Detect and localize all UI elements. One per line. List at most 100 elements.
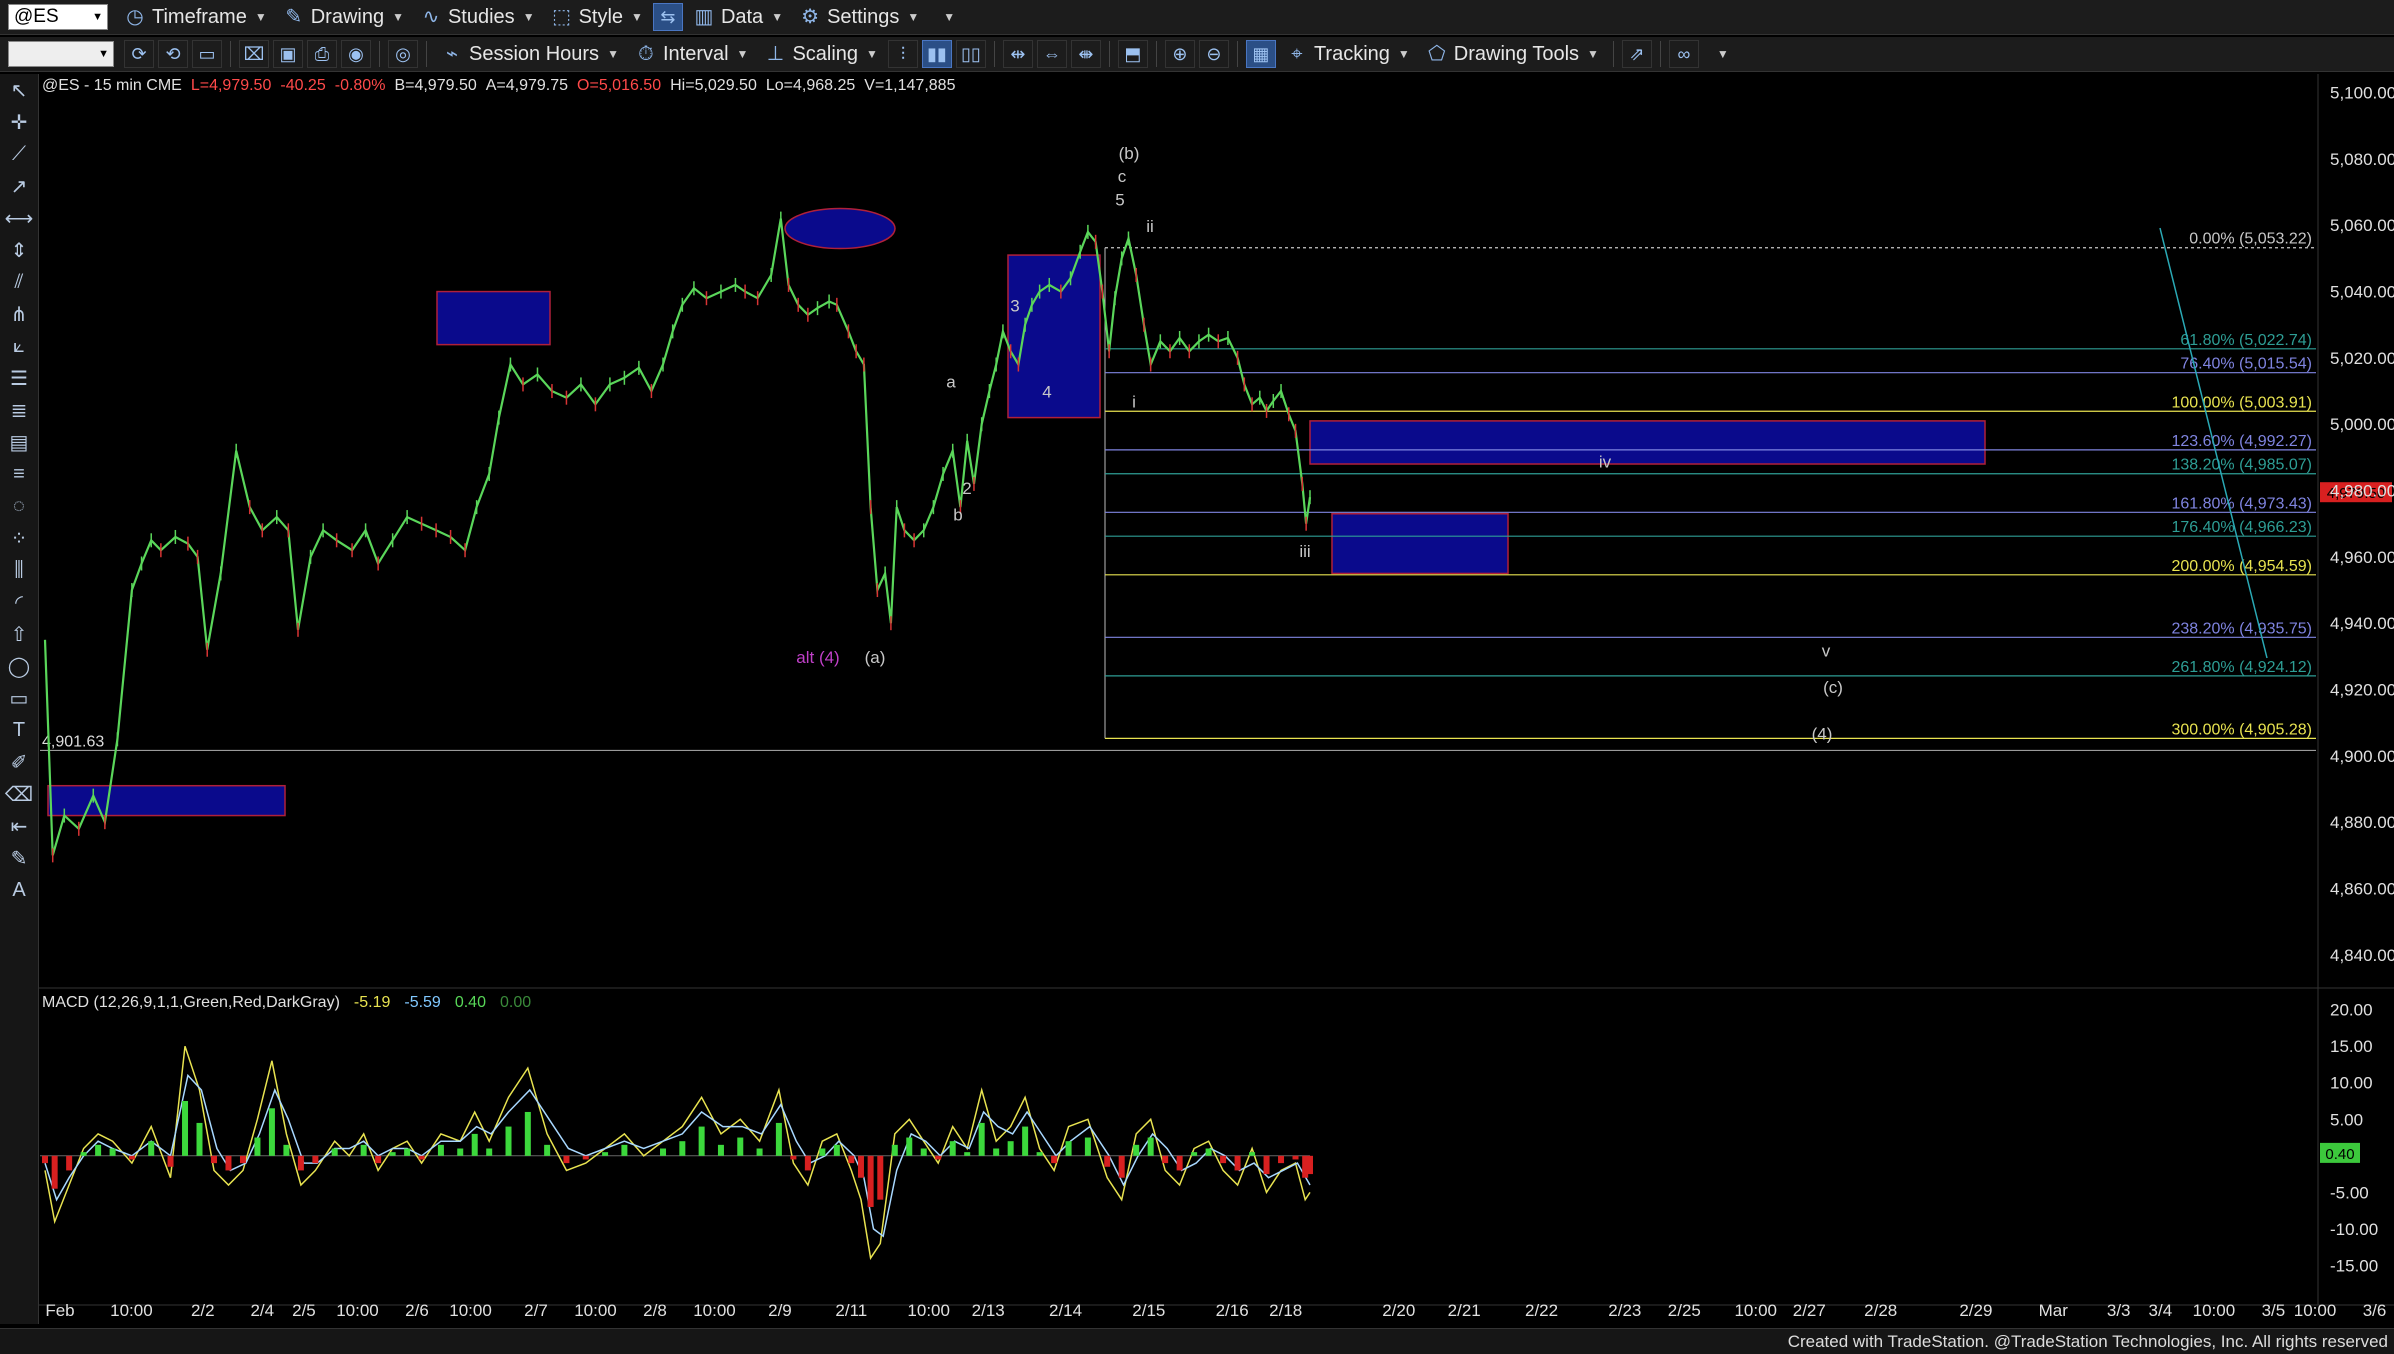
screenshot-icon[interactable]: ⌧ [239, 40, 269, 68]
drawing-tools-menu[interactable]: ⬠ Drawing Tools ▼ [1418, 39, 1607, 69]
macd-histogram-bar [239, 1155, 246, 1164]
hollow-candle-icon[interactable]: ▯▯ [955, 40, 986, 68]
symbol-input[interactable]: @ES ▼ [8, 4, 108, 30]
alert-icon[interactable]: A [0, 874, 38, 906]
time-axis-tick: 2/29 [1959, 1301, 1992, 1320]
export-icon[interactable]: ⇗ [1621, 40, 1652, 68]
fib-levels-icon[interactable]: ≡ [0, 458, 38, 490]
chevron-down-icon: ▼ [943, 10, 956, 24]
more-menu[interactable]: ▼ [1701, 39, 1737, 69]
wave-label: (b) [1119, 144, 1140, 163]
macd-current-label: 0.40 [2325, 1146, 2354, 1163]
target-icon[interactable]: ◎ [388, 40, 418, 68]
price-axis-tick: 4,880.00 [2330, 813, 2394, 832]
drawing-menu[interactable]: ✎ Drawing ▼ [275, 2, 412, 32]
macd-axis-tick: -15.00 [2330, 1256, 2378, 1275]
text-icon[interactable]: T [0, 714, 38, 746]
fib-retracement-icon[interactable]: ☰ [0, 362, 38, 394]
wave-label: 3 [1010, 296, 1019, 315]
arrow-up-icon[interactable]: ⇧ [0, 618, 38, 650]
cycle-icon[interactable]: ◌ [0, 490, 38, 522]
target-ellipse [784, 207, 896, 250]
support-line-label: 4,901.63 [42, 733, 104, 750]
zoom-out-icon[interactable]: ⊖ [1198, 40, 1229, 68]
macd-histogram-bar [1051, 1155, 1058, 1164]
candle-chart-icon[interactable]: ▮▮ [921, 40, 952, 68]
expand-icon[interactable]: ⇔ [1036, 40, 1067, 68]
macd-histogram-bar [109, 1148, 116, 1156]
arc-icon[interactable]: ◜ [0, 586, 38, 618]
macd-readout: 0.40 [455, 994, 486, 1011]
interval-menu[interactable]: ⏱ Interval ▼ [627, 39, 756, 69]
snap-icon[interactable]: ⇤ [0, 810, 38, 842]
style-menu[interactable]: ⬚ Style ▼ [543, 2, 651, 32]
overflow-menu[interactable]: ▼ [927, 2, 963, 32]
macd-histogram-bar [167, 1155, 174, 1167]
interval-label: Interval [662, 42, 729, 65]
interval-input[interactable]: ▼ [8, 41, 114, 67]
fib-extension-icon[interactable]: ≣ [0, 394, 38, 426]
zoom-in-icon[interactable]: ⊕ [1164, 40, 1195, 68]
macd-histogram-bar [1036, 1152, 1043, 1156]
settings-menu[interactable]: ⚙ Settings ▼ [791, 2, 927, 32]
window-icon[interactable]: ▭ [192, 40, 222, 68]
drawing-toolbar: ↖ ✛ ⟋ ↗ ⟷ ⇕ ⫽ ⋔ ⟀ ☰ ≣ ▤ ≡ ◌ ⁘ ⫼ ◜ ⇧ ◯ ▭ … [0, 74, 39, 1324]
gann-fan-icon[interactable]: ⫼ [0, 554, 38, 586]
bar-chart-icon[interactable]: ⫶ [887, 40, 918, 68]
timeframe-menu[interactable]: ◷ Timeframe ▼ [116, 2, 275, 32]
paint-icon[interactable]: ✎ [0, 842, 38, 874]
ray-icon[interactable]: ↗ [0, 170, 38, 202]
chevron-down-icon[interactable]: ▼ [92, 11, 103, 23]
channel-icon[interactable]: ⫽ [0, 266, 38, 298]
price-axis-tick: 4,900.00 [2330, 747, 2394, 766]
vertical-line-icon[interactable]: ⇕ [0, 234, 38, 266]
horizontal-line-icon[interactable]: ⟷ [0, 202, 38, 234]
wave-label: (4) [1812, 724, 1833, 743]
ellipse-icon[interactable]: ◯ [0, 650, 38, 682]
eraser-icon[interactable]: ⌫ [0, 778, 38, 810]
macd-histogram-bar [148, 1141, 155, 1156]
compress-icon[interactable]: ⇼ [1070, 40, 1101, 68]
wave-label: a [946, 373, 956, 392]
chevron-down-icon[interactable]: ▼ [98, 48, 109, 60]
fib-time-icon[interactable]: ▤ [0, 426, 38, 458]
pen-icon[interactable]: ✐ [0, 746, 38, 778]
refresh-icon[interactable]: ⟳ [124, 40, 154, 68]
macd-histogram-bar [404, 1148, 411, 1156]
session-hours-menu[interactable]: ⌁ Session Hours ▼ [433, 39, 627, 69]
macd-histogram-bar [389, 1152, 396, 1156]
camera-icon[interactable]: ◉ [341, 40, 371, 68]
price-axis-tick: 5,060.00 [2330, 216, 2394, 235]
grid-icon[interactable]: ▦ [1245, 40, 1276, 68]
chart-link-icon[interactable]: ⇆ [652, 3, 683, 31]
time-axis-tick: 2/15 [1132, 1301, 1165, 1320]
scaling-menu[interactable]: ⊥ Scaling ▼ [756, 39, 886, 69]
crosshair-icon[interactable]: ✛ [0, 106, 38, 138]
tracking-menu[interactable]: ⌖ Tracking ▼ [1278, 39, 1418, 69]
save-icon[interactable]: ▣ [273, 40, 303, 68]
studies-menu[interactable]: ∿ Studies ▼ [412, 2, 543, 32]
chart-canvas[interactable]: 0.00% (5,053.22) 61.80% (5,022.74) 76.40% … [0, 0, 2394, 1353]
data-menu[interactable]: ▥ Data ▼ [685, 2, 791, 32]
scroll-icon[interactable]: ⇹ [1002, 40, 1033, 68]
pointer-icon[interactable]: ↖ [0, 74, 38, 106]
spiral-icon[interactable]: ⁘ [0, 522, 38, 554]
gann-icon[interactable]: ⟀ [0, 330, 38, 362]
time-axis-tick: 10:00 [907, 1301, 950, 1320]
sync-icon[interactable]: ⟲ [158, 40, 188, 68]
trendline-icon[interactable]: ⟋ [0, 138, 38, 170]
quote-field: Lo=4,968.25 [766, 77, 856, 94]
macd-histogram-bar [891, 1144, 898, 1156]
split-view-icon[interactable]: ⬒ [1117, 40, 1148, 68]
pitchfork-icon[interactable]: ⋔ [0, 298, 38, 330]
link-icon[interactable]: ∞ [1668, 40, 1699, 68]
macd-histogram-bar [660, 1148, 667, 1156]
macd-histogram-bar [331, 1148, 338, 1156]
wave-label: (c) [1823, 678, 1843, 697]
macd-histogram-bar [1292, 1155, 1299, 1160]
macd-histogram-bar [602, 1152, 609, 1156]
macd-axis-tick: 20.00 [2330, 1001, 2373, 1020]
rectangle-icon[interactable]: ▭ [0, 682, 38, 714]
macd-histogram-bar [993, 1148, 1000, 1156]
print-icon[interactable]: ⎙ [307, 40, 337, 68]
